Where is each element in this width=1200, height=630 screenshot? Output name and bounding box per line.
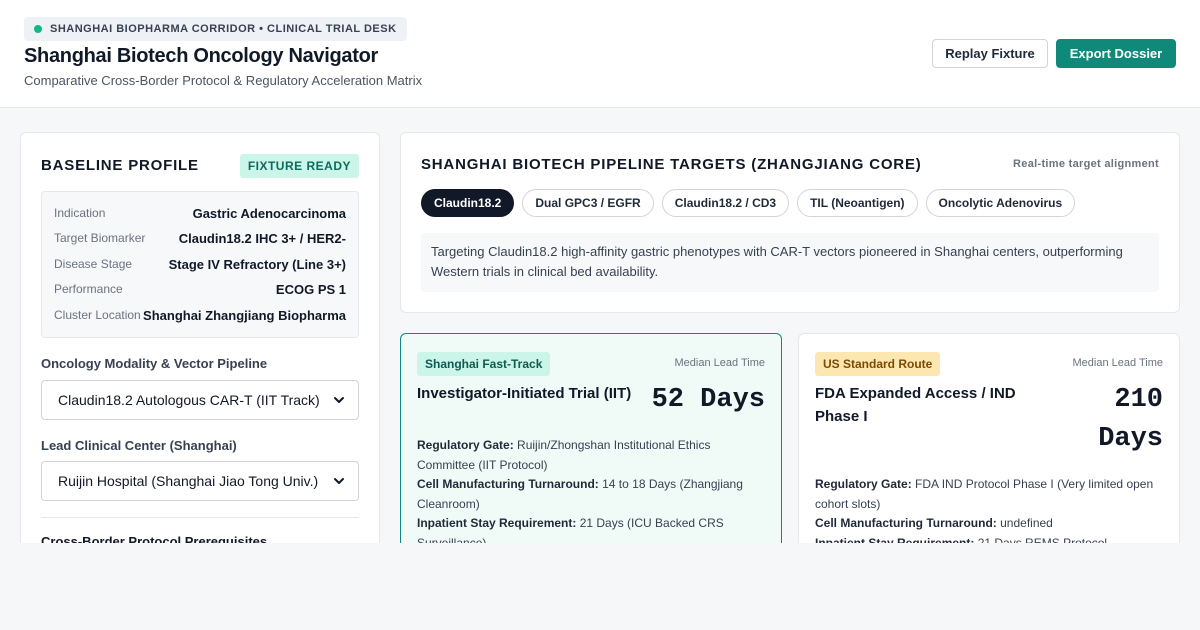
corridor-kicker: SHANGHAI BIOPHARMA CORRIDOR • CLINICAL T… <box>24 17 407 41</box>
replay-fixture-button[interactable]: Replay Fixture <box>932 39 1048 68</box>
pipeline-targets-panel: SHANGHAI BIOTECH PIPELINE TARGETS (ZHANG… <box>400 132 1180 313</box>
alignment-note: Real-time target alignment <box>1013 158 1159 170</box>
chip-oncolytic-adenovirus[interactable]: Oncolytic Adenovirus <box>925 189 1076 217</box>
profile-value: Gastric Adenocarcinoma <box>192 205 346 221</box>
app-header: SHANGHAI BIOPHARMA CORRIDOR • CLINICAL T… <box>0 0 1200 108</box>
app-subtitle: Comparative Cross-Border Protocol & Regu… <box>24 73 423 88</box>
pipeline-title: SHANGHAI BIOTECH PIPELINE TARGETS (ZHANG… <box>421 156 922 173</box>
detail-label: Inpatient Stay Requirement: <box>417 516 577 530</box>
lead-time-value: 52 Days <box>651 385 765 415</box>
route-badge: US Standard Route <box>815 352 941 376</box>
chip-claudin18-2[interactable]: Claudin18.2 <box>421 189 515 217</box>
regulatory-gate: Regulatory Gate: FDA IND Protocol Phase … <box>815 475 1165 514</box>
profile-row-cluster: Cluster Location Shanghai Zhangjiang Bio… <box>54 305 346 325</box>
route-details: Regulatory Gate: FDA IND Protocol Phase … <box>815 475 1165 552</box>
fixture-ready-badge: FIXTURE READY <box>239 154 359 178</box>
profile-key: Disease Stage <box>54 257 133 271</box>
route-badge: Shanghai Fast-Track <box>417 352 551 376</box>
route-details: Regulatory Gate: Ruijin/Zhongshan Instit… <box>417 436 767 552</box>
clinical-center-select[interactable]: Ruijin Hospital (Shanghai Jiao Tong Univ… <box>41 461 359 501</box>
detail-value: undefined <box>1000 516 1053 530</box>
detail-label: Cell Manufacturing Turnaround: <box>417 477 599 491</box>
profile-value: ECOG PS 1 <box>275 281 346 297</box>
baseline-profile-title: BASELINE PROFILE <box>41 157 199 174</box>
profile-row-biomarker: Target Biomarker Claudin18.2 IHC 3+ / HE… <box>54 228 346 248</box>
route-name: Investigator-Initiated Trial (IIT) <box>417 385 632 402</box>
detail-label: Cell Manufacturing Turnaround: <box>815 516 997 530</box>
manufacturing-turnaround: Cell Manufacturing Turnaround: undefined <box>815 514 1165 534</box>
regulatory-gate: Regulatory Gate: Ruijin/Zhongshan Instit… <box>417 436 767 475</box>
manufacturing-turnaround: Cell Manufacturing Turnaround: 14 to 18 … <box>417 475 767 514</box>
section-divider <box>41 517 359 518</box>
profile-row-indication: Indication Gastric Adenocarcinoma <box>54 203 346 223</box>
us-route-card: US Standard Route Median Lead Time FDA E… <box>798 333 1180 553</box>
center-label: Lead Clinical Center (Shanghai) <box>41 438 237 453</box>
chip-claudin18-2-cd3[interactable]: Claudin18.2 / CD3 <box>661 189 790 217</box>
chevron-down-icon <box>334 478 344 484</box>
lead-time-label: Median Lead Time <box>674 357 766 369</box>
lead-time-label: Median Lead Time <box>1072 357 1164 369</box>
baseline-profile-panel: BASELINE PROFILE FIXTURE READY Indicatio… <box>20 132 380 552</box>
profile-key: Performance <box>54 282 123 296</box>
profile-key: Target Biomarker <box>54 231 146 245</box>
profile-row-performance: Performance ECOG PS 1 <box>54 279 346 299</box>
route-name: FDA Expanded Access / IND Phase I <box>815 385 1016 425</box>
target-description: Targeting Claudin18.2 high-affinity gast… <box>421 233 1159 292</box>
status-dot-icon <box>34 25 42 33</box>
modality-label: Oncology Modality & Vector Pipeline <box>41 356 268 371</box>
chip-dual-gpc3-egfr[interactable]: Dual GPC3 / EGFR <box>522 189 654 217</box>
shanghai-route-card: Shanghai Fast-Track Median Lead Time Inv… <box>400 333 782 553</box>
modality-select[interactable]: Claudin18.2 Autologous CAR-T (IIT Track) <box>41 380 359 420</box>
app-title: Shanghai Biotech Oncology Navigator <box>24 45 378 67</box>
profile-row-stage: Disease Stage Stage IV Refractory (Line … <box>54 254 346 274</box>
chip-til-neoantigen[interactable]: TIL (Neoantigen) <box>797 189 918 217</box>
export-dossier-button[interactable]: Export Dossier <box>1056 39 1176 68</box>
profile-summary: Indication Gastric Adenocarcinoma Target… <box>41 191 359 338</box>
profile-value: Stage IV Refractory (Line 3+) <box>168 256 346 272</box>
profile-value: Claudin18.2 IHC 3+ / HER2- <box>178 230 346 246</box>
chevron-down-icon <box>334 397 344 403</box>
viewport-clip-area <box>0 543 1200 630</box>
lead-time-value: 210 Days <box>1098 385 1163 454</box>
profile-value: Shanghai Zhangjiang Biopharma <box>143 307 346 323</box>
modality-selected-value: Claudin18.2 Autologous CAR-T (IIT Track) <box>58 392 320 408</box>
detail-label: Regulatory Gate: <box>417 438 514 452</box>
profile-key: Indication <box>54 206 106 220</box>
center-selected-value: Ruijin Hospital (Shanghai Jiao Tong Univ… <box>58 473 319 489</box>
profile-key: Cluster Location <box>54 308 141 322</box>
kicker-label: SHANGHAI BIOPHARMA CORRIDOR • CLINICAL T… <box>50 23 397 35</box>
target-chip-group: Claudin18.2 Dual GPC3 / EGFR Claudin18.2… <box>421 189 1076 217</box>
detail-label: Regulatory Gate: <box>815 477 912 491</box>
